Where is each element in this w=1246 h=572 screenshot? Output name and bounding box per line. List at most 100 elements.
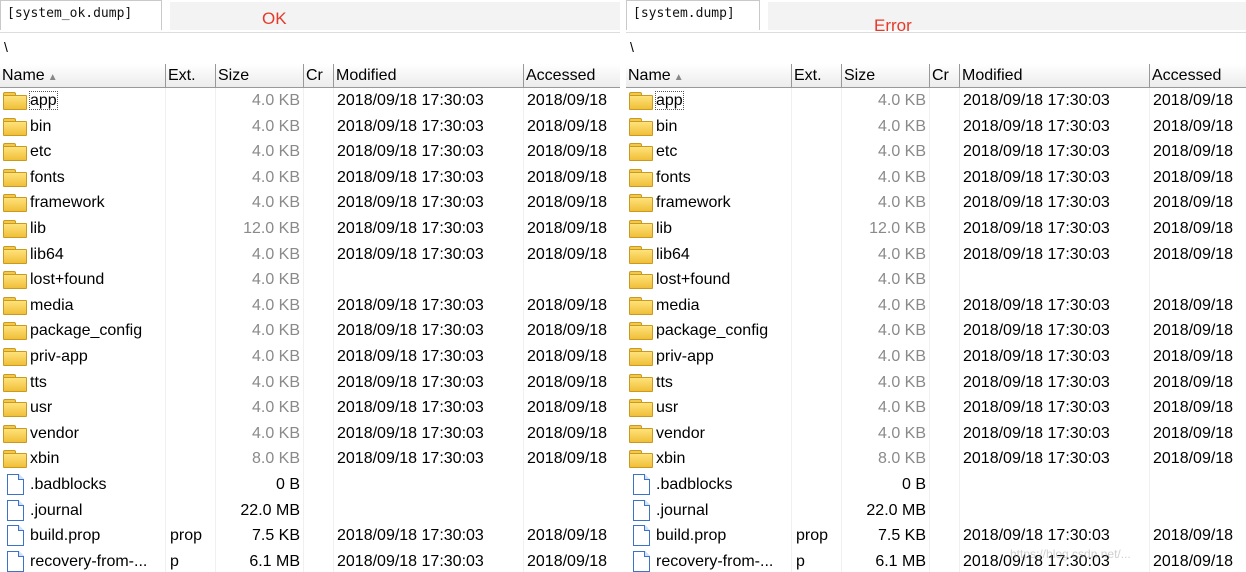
left-col-name[interactable]: Name ▲ (0, 64, 166, 87)
right-file-row[interactable]: tts 4.0 KB 2018/09/18 17:30:03 2018/09/18 (626, 369, 1246, 396)
file-ext-cell (792, 292, 842, 319)
left-col-size[interactable]: Size (216, 64, 304, 87)
left-col-modified[interactable]: Modified (334, 64, 524, 87)
right-file-row[interactable]: lib64 4.0 KB 2018/09/18 17:30:03 2018/09/18 (626, 241, 1246, 268)
file-ext-cell (166, 241, 216, 268)
right-file-row[interactable]: media 4.0 KB 2018/09/18 17:30:03 2018/09/18 (626, 292, 1246, 319)
file-name-cell: framework (626, 190, 792, 216)
right-col-ext[interactable]: Ext. (792, 64, 842, 87)
left-file-row[interactable]: vendor 4.0 KB 2018/09/18 17:30:03 2018/09/1… (0, 420, 620, 447)
right-tab-strip-fill (768, 2, 1246, 30)
file-size-cell: 4.0 KB (216, 190, 304, 216)
left-file-row[interactable]: xbin 8.0 KB 2018/09/18 17:30:03 2018/09/18 (0, 446, 620, 472)
file-name-cell: app (626, 88, 792, 114)
file-created-cell (304, 88, 334, 114)
file-created-cell (304, 420, 334, 447)
left-file-row[interactable]: framework 4.0 KB 2018/09/18 17:30:03 2018/0… (0, 190, 620, 216)
left-col-name-label: Name (2, 67, 45, 84)
file-modified-cell: 2018/09/18 17:30:03 (334, 318, 524, 344)
left-file-row[interactable]: lib64 4.0 KB 2018/09/18 17:30:03 2018/09/18 (0, 241, 620, 268)
right-file-row[interactable]: etc 4.0 KB 2018/09/18 17:30:03 2018/09/18 (626, 139, 1246, 165)
file-icon (629, 550, 653, 572)
right-file-row[interactable]: lib 12.0 KB 2018/09/18 17:30:03 2018/09/18 (626, 215, 1246, 242)
left-file-row[interactable]: tts 4.0 KB 2018/09/18 17:30:03 2018/09/18 (0, 369, 620, 396)
left-file-row[interactable]: .journal 22.0 MB (0, 497, 620, 524)
sort-ascending-icon: ▲ (47, 72, 58, 83)
file-modified-cell: 2018/09/18 17:30:03 (960, 292, 1150, 319)
left-path-text: \ (4, 39, 8, 55)
left-file-row[interactable]: priv-app 4.0 KB 2018/09/18 17:30:03 2018/09… (0, 343, 620, 370)
right-dump-tab[interactable]: [system.dump] (626, 0, 760, 30)
left-path-bar[interactable]: \ (0, 32, 620, 65)
right-col-cr[interactable]: Cr (930, 64, 960, 87)
folder-icon (3, 92, 27, 110)
file-size-cell: 22.0 MB (216, 497, 304, 524)
left-col-accessed[interactable]: Accessed (524, 64, 620, 87)
left-file-row[interactable]: package_config 4.0 KB 2018/09/18 17:30:03 2… (0, 318, 620, 344)
file-name-label: lib64 (656, 245, 690, 263)
right-file-row[interactable]: bin 4.0 KB 2018/09/18 17:30:03 2018/09/18 (626, 113, 1246, 140)
right-col-name[interactable]: Name ▲ (626, 64, 792, 87)
file-modified-cell: 2018/09/18 17:30:03 (960, 215, 1150, 242)
right-file-row[interactable]: usr 4.0 KB 2018/09/18 17:30:03 2018/09/18 (626, 395, 1246, 421)
left-file-row[interactable]: lib 12.0 KB 2018/09/18 17:30:03 2018/09/18 (0, 215, 620, 242)
right-file-row[interactable]: recovery-from-... p 6.1 MB 2018/09/18 17:30… (626, 548, 1246, 572)
file-accessed-cell: 2018/09/18 (527, 143, 608, 161)
right-path-bar[interactable]: \ (626, 32, 1246, 65)
file-modified-cell: 2018/09/18 17:30:03 (960, 395, 1150, 421)
left-file-row[interactable]: media 4.0 KB 2018/09/18 17:30:03 2018/09/18 (0, 292, 620, 319)
right-file-row[interactable]: lost+found 4.0 KB (626, 267, 1246, 293)
file-name-cell: package_config (0, 318, 166, 344)
left-file-row[interactable]: app 4.0 KB 2018/09/18 17:30:03 2018/09/18 (0, 88, 620, 114)
file-name-cell: fonts (0, 164, 166, 191)
file-created-cell (930, 523, 960, 549)
file-modified-cell: 2018/09/18 17:30:03 (960, 523, 1150, 549)
file-accessed-cell: 2018/09/18 (527, 450, 608, 468)
right-file-row[interactable]: app 4.0 KB 2018/09/18 17:30:03 2018/09/18 (626, 88, 1246, 114)
file-name-label: xbin (656, 450, 686, 468)
file-modified-cell: 2018/09/18 17:30:03 (960, 190, 1150, 216)
right-file-row[interactable]: package_config 4.0 KB 2018/09/18 17:30:03 2… (626, 318, 1246, 344)
right-file-row[interactable]: framework 4.0 KB 2018/09/18 17:30:03 2018/0… (626, 190, 1246, 216)
file-ext-cell (166, 318, 216, 344)
file-accessed-cell: 2018/09/18 (527, 424, 608, 442)
file-created-cell (304, 369, 334, 396)
file-name-label: lib (30, 219, 47, 237)
file-ext-cell (166, 164, 216, 191)
left-file-row[interactable]: etc 4.0 KB 2018/09/18 17:30:03 2018/09/18 (0, 139, 620, 165)
right-file-row[interactable]: xbin 8.0 KB 2018/09/18 17:30:03 2018/09/18 (626, 446, 1246, 472)
left-file-row[interactable]: .badblocks 0 B (0, 471, 620, 498)
file-modified-cell: 2018/09/18 17:30:03 (960, 88, 1150, 114)
right-file-row[interactable]: vendor 4.0 KB 2018/09/18 17:30:03 2018/09/1… (626, 420, 1246, 447)
file-modified-cell: 2018/09/18 17:30:03 (334, 113, 524, 140)
right-file-row[interactable]: .journal 22.0 MB (626, 497, 1246, 524)
file-created-cell (304, 497, 334, 524)
left-file-row[interactable]: bin 4.0 KB 2018/09/18 17:30:03 2018/09/18 (0, 113, 620, 140)
file-name-label: priv-app (656, 347, 714, 365)
left-file-row[interactable]: recovery-from-... p 6.1 MB 2018/09/18 17:30… (0, 548, 620, 572)
left-tab-strip-fill (170, 2, 620, 30)
left-file-row[interactable]: fonts 4.0 KB 2018/09/18 17:30:03 2018/09/18 (0, 164, 620, 191)
right-col-size[interactable]: Size (842, 64, 930, 87)
file-name-cell: etc (0, 139, 166, 165)
file-size-cell: 4.0 KB (216, 164, 304, 191)
file-name-label: etc (30, 143, 52, 161)
right-file-row[interactable]: .badblocks 0 B (626, 471, 1246, 498)
file-ext-cell (166, 215, 216, 242)
right-col-accessed[interactable]: Accessed (1150, 64, 1246, 87)
left-file-row[interactable]: lost+found 4.0 KB (0, 267, 620, 293)
left-file-row[interactable]: usr 4.0 KB 2018/09/18 17:30:03 2018/09/18 (0, 395, 620, 421)
left-col-cr[interactable]: Cr (304, 64, 334, 87)
file-name-label: tts (30, 373, 47, 391)
right-file-row[interactable]: fonts 4.0 KB 2018/09/18 17:30:03 2018/09/18 (626, 164, 1246, 191)
file-ext-cell (792, 139, 842, 165)
left-dump-tab[interactable]: [system_ok.dump] (0, 0, 162, 30)
right-file-row[interactable]: build.prop prop 7.5 KB 2018/09/18 17:30:03 2… (626, 523, 1246, 549)
file-modified-cell: 2018/09/18 17:30:03 (960, 343, 1150, 370)
left-col-ext[interactable]: Ext. (166, 64, 216, 87)
file-accessed-cell: 2018/09/18 (1153, 219, 1234, 237)
right-col-modified[interactable]: Modified (960, 64, 1150, 87)
left-file-row[interactable]: build.prop prop 7.5 KB 2018/09/18 17:30:03 2… (0, 523, 620, 549)
file-name-label: build.prop (656, 527, 727, 545)
right-file-row[interactable]: priv-app 4.0 KB 2018/09/18 17:30:03 2018/09… (626, 343, 1246, 370)
